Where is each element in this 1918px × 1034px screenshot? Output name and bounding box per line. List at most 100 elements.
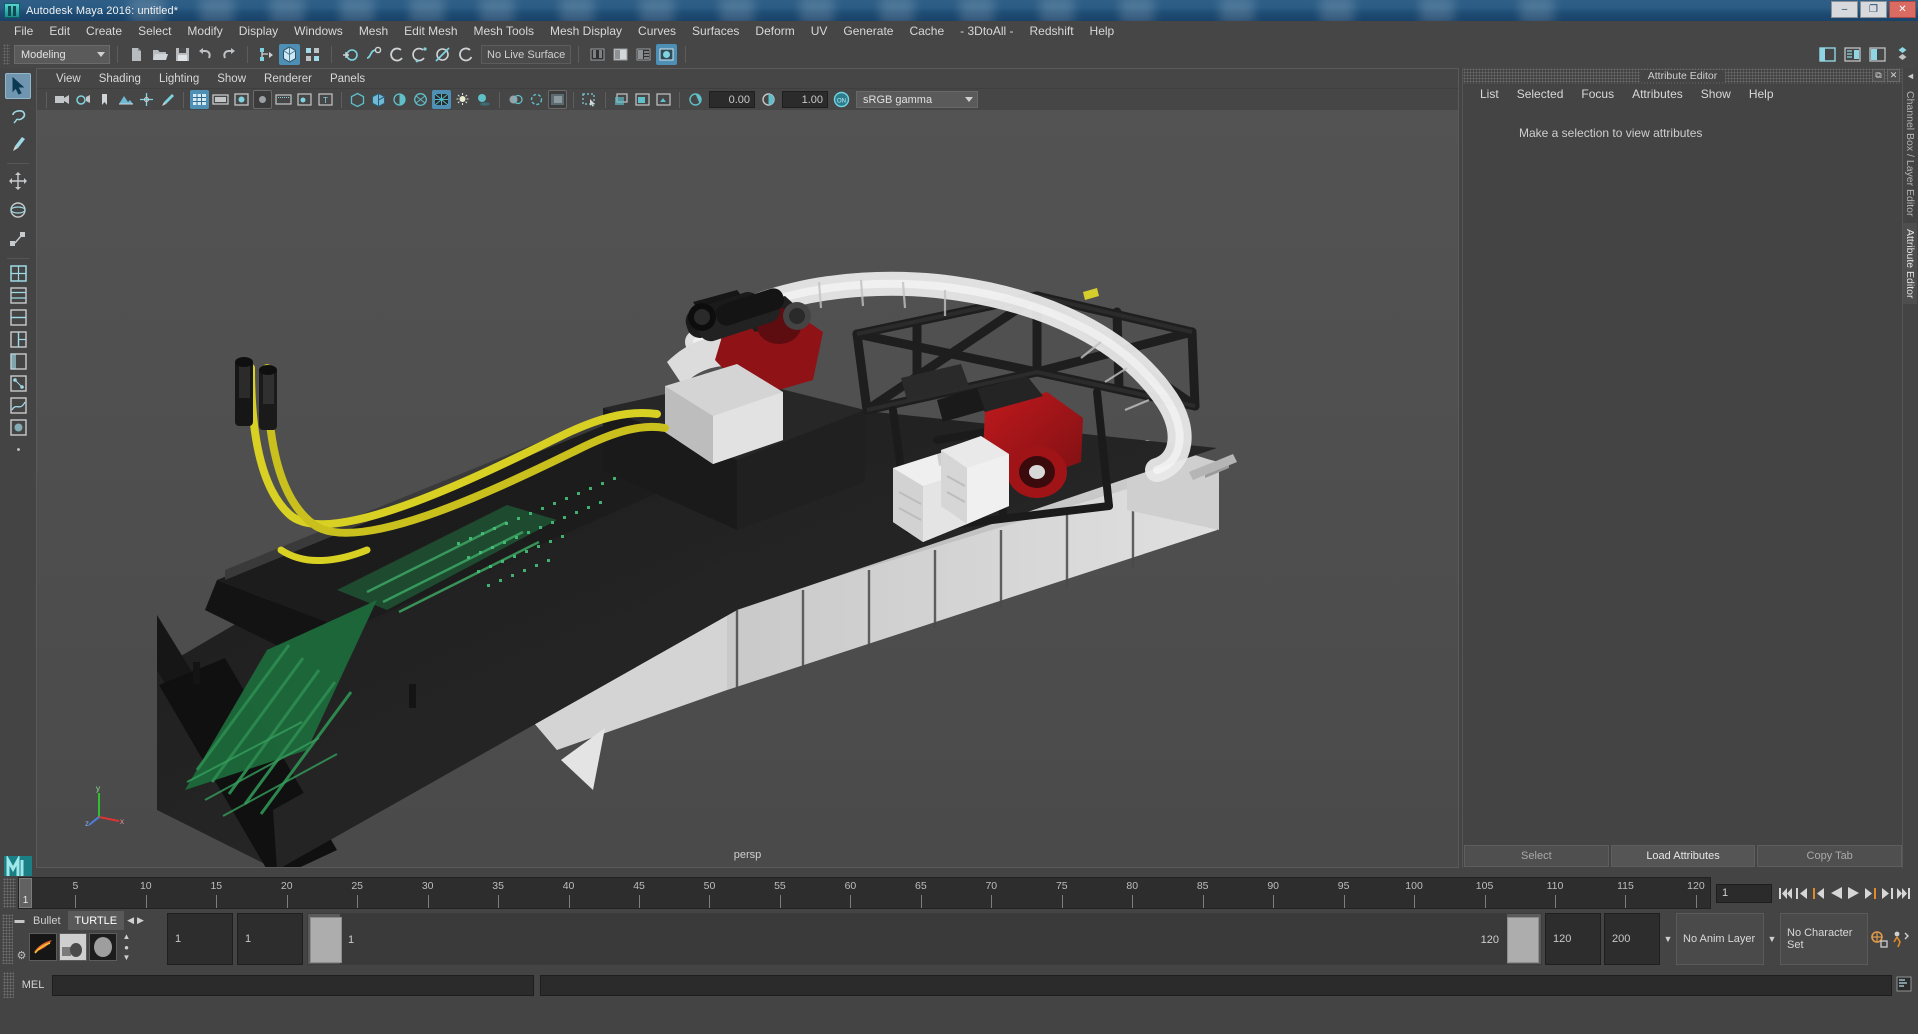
xray-joints-icon[interactable] xyxy=(612,90,631,109)
layout-persp-graph-icon[interactable] xyxy=(6,395,30,415)
viewport-menu-show[interactable]: Show xyxy=(208,72,255,86)
select-by-hierarchy-icon[interactable] xyxy=(256,44,277,65)
layout-three-split-icon[interactable] xyxy=(6,329,30,349)
menu-mesh[interactable]: Mesh xyxy=(351,22,396,40)
step-back-key-icon[interactable] xyxy=(1794,883,1810,903)
viewport-menu-renderer[interactable]: Renderer xyxy=(255,72,321,86)
restore-button[interactable]: ❐ xyxy=(1860,1,1887,18)
grid-toggle-icon[interactable] xyxy=(190,90,209,109)
live-surface-field[interactable]: No Live Surface xyxy=(481,45,571,64)
smooth-shade-all-icon[interactable] xyxy=(369,90,388,109)
layout-two-stacked-icon[interactable] xyxy=(6,307,30,327)
smooth-shade-selected-icon[interactable] xyxy=(390,90,409,109)
snap-to-view-plane-icon[interactable] xyxy=(432,44,453,65)
turtle-render-icon[interactable] xyxy=(29,933,57,961)
attr-menu-show[interactable]: Show xyxy=(1692,86,1740,102)
depth-of-field-icon[interactable] xyxy=(654,90,673,109)
color-management-select[interactable]: sRGB gamma xyxy=(856,91,978,108)
gamma-icon[interactable] xyxy=(759,90,778,109)
undo-icon[interactable] xyxy=(195,44,216,65)
render-view-icon[interactable] xyxy=(656,44,677,65)
select-button[interactable]: Select xyxy=(1464,845,1609,867)
attr-menu-list[interactable]: List xyxy=(1471,86,1508,102)
menu-deform[interactable]: Deform xyxy=(747,22,802,40)
show-hide-sidebar-icon[interactable] xyxy=(1817,44,1838,65)
menu-curves[interactable]: Curves xyxy=(630,22,684,40)
wireframe-on-shaded-icon[interactable] xyxy=(432,90,451,109)
shelf-next-icon[interactable]: ▶ xyxy=(137,915,144,926)
select-by-component-icon[interactable] xyxy=(302,44,323,65)
grease-pencil-icon[interactable] xyxy=(158,90,177,109)
viewport-3d-canvas[interactable]: y x z persp xyxy=(37,110,1458,867)
menu-3dtoall[interactable]: - 3DtoAll - xyxy=(952,22,1021,40)
range-slider[interactable]: 1 120 xyxy=(307,913,1542,965)
xray-active-components-icon[interactable] xyxy=(633,90,652,109)
viewport-menu-panels[interactable]: Panels xyxy=(321,72,374,86)
select-camera-icon[interactable] xyxy=(53,90,72,109)
dock-tab-channel-box-layer-editor[interactable]: Channel Box / Layer Editor xyxy=(1903,85,1917,223)
select-by-object-icon[interactable] xyxy=(279,44,300,65)
turtle-material-icon[interactable] xyxy=(89,933,117,961)
menuset-selector[interactable]: Modeling xyxy=(14,45,110,64)
resolution-gate-icon[interactable] xyxy=(232,90,251,109)
toggle-layer-editor-icon[interactable] xyxy=(1892,44,1913,65)
play-forwards-icon[interactable] xyxy=(1845,883,1861,903)
time-slider-grip[interactable] xyxy=(3,878,16,908)
range-slider-start-handle[interactable] xyxy=(310,917,342,963)
bookmark-icon[interactable] xyxy=(95,90,114,109)
character-set-selector[interactable]: No Character Set xyxy=(1780,913,1868,965)
toggle-attribute-editor-icon[interactable] xyxy=(1842,44,1863,65)
menu-redshift[interactable]: Redshift xyxy=(1022,22,1082,40)
menu-help[interactable]: Help xyxy=(1082,22,1123,40)
screen-space-ambient-occlusion-icon[interactable] xyxy=(506,90,525,109)
channel-box-icon[interactable] xyxy=(633,44,654,65)
shelf-scroll-down-icon[interactable]: ▼ xyxy=(123,953,131,962)
shelf-scroll[interactable]: ▲ ● ▼ xyxy=(120,932,133,962)
animation-end-time-field[interactable]: 200 xyxy=(1604,913,1660,965)
film-gate-icon[interactable] xyxy=(211,90,230,109)
select-tool[interactable] xyxy=(5,73,31,99)
make-live-icon[interactable] xyxy=(455,44,476,65)
close-button[interactable]: ✕ xyxy=(1889,1,1916,18)
open-scene-icon[interactable] xyxy=(149,44,170,65)
close-icon[interactable]: ✕ xyxy=(1887,69,1900,82)
statusline-grip[interactable] xyxy=(3,44,10,65)
range-slider-end-handle[interactable] xyxy=(1507,917,1539,963)
animation-start-time-field[interactable]: 1 xyxy=(167,913,233,965)
chevron-down-icon[interactable]: ▼ xyxy=(1764,913,1780,965)
rotate-tool[interactable] xyxy=(5,197,31,223)
camera-attributes-icon[interactable] xyxy=(74,90,93,109)
menu-display[interactable]: Display xyxy=(231,22,286,40)
command-language-label[interactable]: MEL xyxy=(14,979,52,991)
go-to-start-icon[interactable] xyxy=(1777,883,1793,903)
layout-four-view-icon[interactable] xyxy=(6,285,30,305)
snap-to-point-icon[interactable] xyxy=(386,44,407,65)
range-end-time-field[interactable]: 120 xyxy=(1545,913,1601,965)
snap-to-grid-icon[interactable] xyxy=(340,44,361,65)
shelf-scroll-up-icon[interactable]: ▲ xyxy=(123,932,131,941)
menu-mesh-tools[interactable]: Mesh Tools xyxy=(466,22,542,40)
redo-icon[interactable] xyxy=(218,44,239,65)
color-management-toggle-icon[interactable]: ON xyxy=(832,90,851,109)
menu-generate[interactable]: Generate xyxy=(835,22,901,40)
menu-uv[interactable]: UV xyxy=(803,22,836,40)
time-slider-cursor[interactable]: 1 xyxy=(19,878,32,908)
menu-select[interactable]: Select xyxy=(130,22,179,40)
menu-mesh-display[interactable]: Mesh Display xyxy=(542,22,630,40)
viewport-menu-lighting[interactable]: Lighting xyxy=(150,72,208,86)
range-slider-grip[interactable] xyxy=(2,914,13,964)
new-scene-icon[interactable] xyxy=(126,44,147,65)
chevron-left-icon[interactable]: ◄ xyxy=(1905,70,1917,82)
command-output[interactable] xyxy=(540,974,1892,996)
image-plane-icon[interactable] xyxy=(116,90,135,109)
shelf-collapse-icon[interactable]: ▬ xyxy=(13,913,26,929)
step-forward-key-icon[interactable] xyxy=(1879,883,1895,903)
menu-edit-mesh[interactable]: Edit Mesh xyxy=(396,22,465,40)
snap-to-curve-icon[interactable] xyxy=(363,44,384,65)
chevron-down-icon[interactable]: ▼ xyxy=(1660,913,1676,965)
wireframe-shading-icon[interactable] xyxy=(348,90,367,109)
multisample-anti-aliasing-icon[interactable] xyxy=(548,90,567,109)
attr-menu-selected[interactable]: Selected xyxy=(1508,86,1573,102)
attr-menu-attributes[interactable]: Attributes xyxy=(1623,86,1692,102)
gamma-field[interactable]: 1.00 xyxy=(782,91,828,108)
